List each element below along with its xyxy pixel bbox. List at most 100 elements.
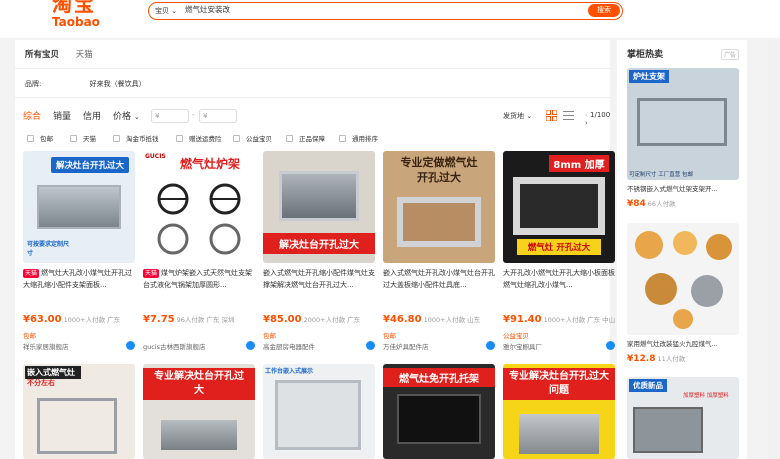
sales-count: 11人付款	[657, 355, 686, 363]
shop-name[interactable]: 高金厨房电器配件	[263, 341, 315, 351]
sidebar-title: 掌柜热卖	[627, 50, 664, 60]
shop-name[interactable]: 雅尔宝橱具厂	[503, 341, 542, 351]
chevron-down-icon: ⌄	[133, 113, 140, 121]
price-line: ¥12.8 11人付款	[627, 353, 685, 364]
product-price: ¥7.75	[143, 314, 175, 325]
image-caption: 不分左右	[27, 379, 55, 387]
filter-free-shipping[interactable]: 包邮	[27, 133, 53, 143]
search-input[interactable]	[185, 5, 545, 14]
product-image[interactable]: 燃气灶免开孔托架	[383, 364, 495, 459]
product-image[interactable]: 炉灶支架 可定制尺寸 工厂直营 包邮	[627, 68, 739, 180]
filter-genuine[interactable]: 正品保障	[286, 133, 325, 143]
wangwang-chat-icon[interactable]	[486, 341, 495, 350]
product-title[interactable]: 嵌入式燃气灶开孔改小煤气灶台开孔过大盖板缩小配件灶具底...	[383, 267, 495, 291]
product-image[interactable]: 8mm 加厚 燃气灶 开孔过大	[503, 151, 615, 263]
image-caption: 燃气灶 开孔过大	[517, 239, 601, 255]
checkbox-icon	[176, 135, 183, 142]
filter-general-sort[interactable]: 通用排序	[339, 133, 378, 143]
product-image[interactable]: 解决灶台开孔过大 可按要求定制尺寸	[23, 151, 135, 263]
product-image[interactable]: GUCIS 燃气灶炉架	[143, 151, 255, 263]
checkbox-icon	[113, 135, 120, 142]
product-price: ¥12.8	[627, 354, 656, 364]
sort-sales[interactable]: 销量	[53, 109, 71, 122]
location: 广东 深圳	[206, 316, 235, 324]
image-banner: 燃气灶炉架	[179, 157, 240, 171]
sort-credit[interactable]: 信用	[83, 109, 101, 122]
tab-tmall[interactable]: 天猫	[76, 50, 93, 60]
sales-count: 1000+人付款	[543, 316, 586, 324]
shipping-tag: 包邮	[263, 332, 276, 340]
price-line: ¥85.00 2000+人付款 广东	[263, 314, 375, 325]
filter-return-insurance[interactable]: 赠送运费险	[176, 133, 222, 143]
sort-bar: 综合 销量 信用 价格 ⌄ ¥ - ¥ 发货地 ⌄ ‹ 1/100 ›	[23, 108, 613, 127]
divider	[15, 68, 610, 69]
search-type-select[interactable]: 宝贝 ⌄	[155, 6, 177, 16]
scrollbar[interactable]	[768, 40, 780, 459]
product-title[interactable]: 天猫 煤气炉架嵌入式天然气灶支架台式液化气锅架加厚圆形...	[143, 267, 255, 291]
rack-shape	[37, 398, 117, 454]
sales-count: 96人付款	[176, 316, 205, 324]
product-image[interactable]: 解决灶台开孔过大	[263, 151, 375, 263]
brand-logo: GUCIS	[145, 153, 166, 160]
shop-name[interactable]: 万佳炉具配件店	[383, 341, 429, 351]
image-banner: 解决灶台开孔过大	[263, 233, 375, 254]
sort-comprehensive[interactable]: 综合	[23, 109, 41, 122]
product-title[interactable]: 不锈钢嵌入式燃气灶架支架开...	[627, 183, 739, 193]
taobao-logo[interactable]: 淘宝 Taobao	[52, 0, 100, 28]
filter-taojinbi[interactable]: 淘金币抵钱	[113, 133, 159, 143]
product-price: ¥46.80	[383, 314, 422, 325]
price-min-input[interactable]: ¥	[151, 109, 189, 123]
grid-view-icon[interactable]	[546, 110, 557, 121]
product-title[interactable]: 嵌入式燃气灶开孔缩小配件煤气灶支撑架解决燃气灶台开孔过大...	[263, 267, 375, 291]
image-banner: 专业定做燃气灶开孔过大	[400, 156, 478, 184]
product-image[interactable]: 专业解决灶台开孔过大	[143, 364, 255, 459]
image-banner: 工作台嵌入式展示	[265, 368, 314, 375]
product-card[interactable]: 工作台嵌入式展示	[263, 364, 375, 459]
product-card[interactable]: 8mm 加厚 燃气灶 开孔过大 大开孔改小燃气灶开孔大缩小板面板燃气灶缩孔改小煤…	[503, 151, 615, 361]
product-card[interactable]: 燃气灶免开孔托架	[383, 364, 495, 459]
price-max-input[interactable]: ¥	[199, 109, 237, 123]
product-title[interactable]: 家用燃气灶改装猛火九腔煤气...	[627, 338, 739, 348]
product-card[interactable]: 专业定做燃气灶开孔过大 嵌入式燃气灶开孔改小煤气灶台开孔过大盖板缩小配件灶具底.…	[383, 151, 495, 361]
list-view-icon[interactable]	[563, 110, 574, 121]
product-image[interactable]: 专业解决灶台开孔过大问题	[503, 364, 615, 459]
wangwang-chat-icon[interactable]	[246, 341, 255, 350]
product-card[interactable]: 解决灶台开孔过大 可按要求定制尺寸 天猫 燃气灶大孔改小煤气灶开孔过大缩孔缩小配件…	[23, 151, 135, 361]
product-image[interactable]: 专业定做燃气灶开孔过大	[383, 151, 495, 263]
wangwang-chat-icon[interactable]	[606, 341, 615, 350]
price-line: ¥7.75 96人付款 广东 深圳	[143, 314, 255, 325]
product-title[interactable]: 大开孔改小燃气灶开孔大缩小板面板燃气灶缩孔改小煤气...	[503, 267, 615, 291]
brand-option[interactable]: 好来我（餐饮具）	[90, 80, 146, 88]
product-image[interactable]: 嵌入式燃气灶 不分左右	[23, 364, 135, 459]
filter-charity[interactable]: 公益宝贝	[233, 133, 272, 143]
sales-count: 1000+人付款	[423, 316, 466, 324]
product-image[interactable]: 优质新品 加厚塑料 加厚塑料	[627, 377, 739, 459]
shop-name[interactable]: 祥乐家居旗舰店	[23, 341, 69, 351]
sales-count: 66人付款	[647, 200, 676, 208]
wangwang-chat-icon[interactable]	[366, 341, 375, 350]
sort-price[interactable]: 价格 ⌄	[113, 109, 140, 122]
product-title[interactable]: 天猫 燃气灶大孔改小煤气灶开孔过大缩孔缩小配件支架面板...	[23, 267, 135, 291]
product-card[interactable]: 嵌入式燃气灶 不分左右	[23, 364, 135, 459]
tmall-badge: 天猫	[23, 269, 40, 278]
tab-all[interactable]: 所有宝贝	[25, 50, 59, 60]
burner-rack-shape	[157, 183, 241, 255]
results-tabs: 所有宝贝 天猫	[25, 48, 107, 60]
wangwang-chat-icon[interactable]	[126, 341, 135, 350]
shop-name[interactable]: gucis古林西斯旗舰店	[143, 341, 206, 351]
hot-sellers-sidebar: 掌柜热卖 广告 炉灶支架 可定制尺寸 工厂直营 包邮 不锈钢嵌入式燃气灶架支架开…	[617, 40, 747, 459]
ship-from-select[interactable]: 发货地 ⌄	[503, 111, 532, 121]
product-image[interactable]	[627, 223, 739, 335]
search-button[interactable]: 搜索	[588, 4, 620, 17]
checkbox-icon	[27, 135, 34, 142]
location: 广东	[347, 316, 361, 324]
product-card[interactable]: 专业解决灶台开孔过大	[143, 364, 255, 459]
frame-shape	[397, 197, 481, 247]
product-card[interactable]: 专业解决灶台开孔过大问题	[503, 364, 615, 459]
product-card[interactable]: 解决灶台开孔过大 嵌入式燃气灶开孔缩小配件煤气灶支撑架解决燃气灶台开孔过大...…	[263, 151, 375, 361]
next-page-icon[interactable]: ›	[585, 119, 588, 127]
filter-tmall[interactable]: 天猫	[70, 133, 96, 143]
product-card[interactable]: GUCIS 燃气灶炉架 天猫 煤气炉架嵌入式天然气灶支架台式液化气锅架加厚圆形..…	[143, 151, 255, 361]
price-dash: -	[192, 111, 195, 119]
product-image[interactable]: 工作台嵌入式展示	[263, 364, 375, 459]
